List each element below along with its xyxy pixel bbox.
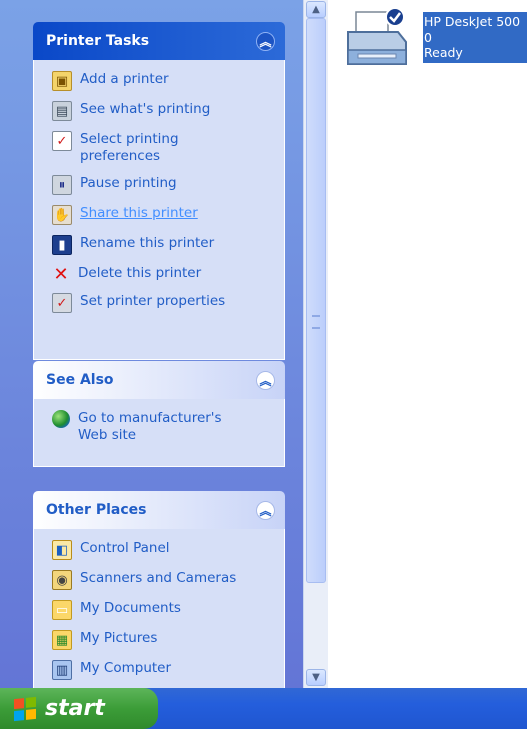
task-share-printer[interactable]: ✋ Share this printer: [52, 205, 274, 225]
task-see-whats-printing[interactable]: ▤ See what's printing: [52, 101, 274, 121]
add-printer-icon: ▣: [52, 71, 72, 91]
place-my-documents[interactable]: ▭ My Documents: [52, 600, 274, 620]
scrollbar-thumb[interactable]: [306, 18, 326, 583]
other-places-header[interactable]: Other Places ︽: [33, 491, 285, 529]
printer-name: HP DeskJet 500: [424, 14, 521, 29]
other-places-panel: Other Places ︽ ◧ Control Panel ◉ Scanner…: [33, 491, 285, 688]
see-also-body: Go to manufacturer's Web site: [33, 399, 285, 467]
printer-icon: [347, 7, 407, 65]
see-also-header[interactable]: See Also ︽: [33, 361, 285, 399]
task-printer-properties[interactable]: ✓ Set printer properties: [52, 293, 274, 313]
printer-document-count: 0: [424, 29, 432, 45]
printer-tasks-title: Printer Tasks: [46, 33, 150, 49]
pictures-folder-icon: ▦: [52, 630, 72, 650]
control-panel-icon: ◧: [52, 540, 72, 560]
printer-properties-icon: ✓: [52, 293, 72, 313]
see-also-panel: See Also ︽ Go to manufacturer's Web site: [33, 361, 285, 467]
task-add-printer[interactable]: ▣ Add a printer: [52, 71, 274, 91]
printer-tasks-body: ▣ Add a printer ▤ See what's printing ✓ …: [33, 60, 285, 360]
place-scanners-cameras[interactable]: ◉ Scanners and Cameras: [52, 570, 274, 590]
collapse-chevron-icon[interactable]: ︽: [256, 370, 275, 390]
task-pane: Printer Tasks ︽ ▣ Add a printer ▤ See wh…: [0, 0, 303, 688]
see-also-title: See Also: [46, 372, 114, 388]
share-printer-icon: ✋: [52, 205, 72, 225]
task-printing-preferences[interactable]: ✓ Select printing preferences: [52, 131, 274, 165]
rename-icon: ▮: [52, 235, 72, 255]
place-my-pictures[interactable]: ▦ My Pictures: [52, 630, 274, 650]
delete-icon: ✕: [53, 263, 69, 285]
scanner-icon: ◉: [52, 570, 72, 590]
globe-icon: [52, 410, 70, 428]
collapse-chevron-icon[interactable]: ︽: [256, 500, 275, 520]
printer-list-view: HP DeskJet 500 0 Ready: [328, 0, 527, 688]
place-my-computer[interactable]: ▥ My Computer: [52, 660, 274, 680]
windows-logo-icon: [14, 696, 36, 721]
vertical-scrollbar[interactable]: ▲ ▼: [303, 0, 328, 688]
scroll-up-arrow-icon[interactable]: ▲: [306, 1, 326, 18]
computer-icon: ▥: [52, 660, 72, 680]
folder-icon: ▭: [52, 600, 72, 620]
task-manufacturer-website[interactable]: Go to manufacturer's Web site: [52, 410, 274, 444]
place-control-panel[interactable]: ◧ Control Panel: [52, 540, 274, 560]
scroll-down-arrow-icon[interactable]: ▼: [306, 669, 326, 686]
printer-status: Ready: [424, 45, 463, 60]
taskbar: start: [0, 688, 527, 729]
printer-tasks-panel: Printer Tasks ︽ ▣ Add a printer ▤ See wh…: [33, 22, 285, 360]
other-places-title: Other Places: [46, 502, 147, 518]
print-queue-icon: ▤: [52, 101, 72, 121]
collapse-chevron-icon[interactable]: ︽: [256, 31, 275, 51]
printer-tasks-header[interactable]: Printer Tasks ︽: [33, 22, 285, 60]
preferences-icon: ✓: [52, 131, 72, 151]
task-rename-printer[interactable]: ▮ Rename this printer: [52, 235, 274, 255]
thumb-grip-icon: [312, 315, 320, 329]
printer-label[interactable]: HP DeskJet 500 0 Ready: [423, 12, 527, 63]
other-places-body: ◧ Control Panel ◉ Scanners and Cameras ▭…: [33, 529, 285, 688]
start-button[interactable]: start: [0, 688, 158, 729]
task-delete-printer[interactable]: ✕ Delete this printer: [52, 265, 274, 283]
task-pause-printing[interactable]: ⏸ Pause printing: [52, 175, 274, 195]
pause-printer-icon: ⏸: [52, 175, 72, 195]
start-label: start: [45, 696, 105, 721]
